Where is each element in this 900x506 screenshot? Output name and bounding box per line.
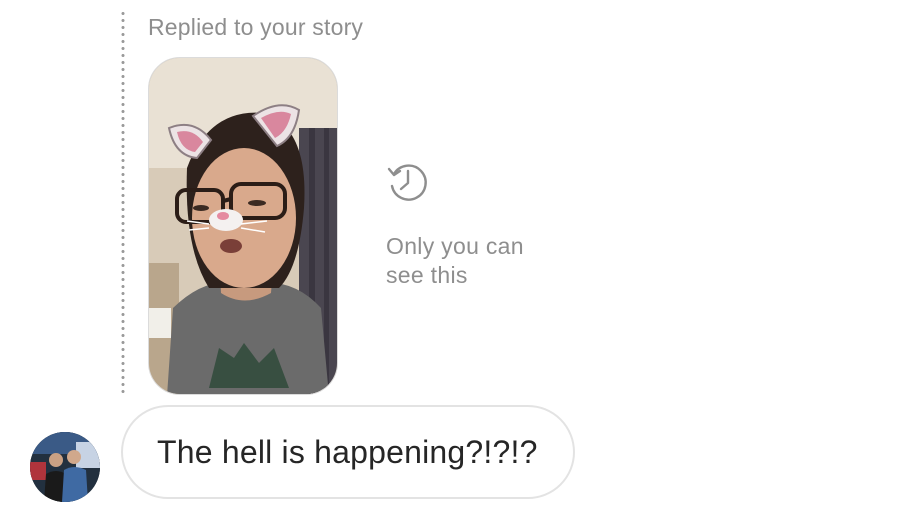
history-icon [387,164,427,201]
only-you-can-see-this-text: Only you can see this [386,233,524,288]
story-thumbnail[interactable] [148,57,338,395]
avatar [30,432,100,502]
visibility-notice: Only you can see this [386,160,606,290]
story-photo [149,58,337,394]
dm-thread: Replied to your story Only you can see t… [0,0,900,506]
message-text: The hell is happening?!?!? [157,433,538,470]
replied-to-story-label: Replied to your story [148,14,364,40]
message-bubble[interactable]: The hell is happening?!?!? [121,405,575,499]
reply-thread-line [121,10,125,396]
sender-avatar[interactable] [30,432,100,502]
